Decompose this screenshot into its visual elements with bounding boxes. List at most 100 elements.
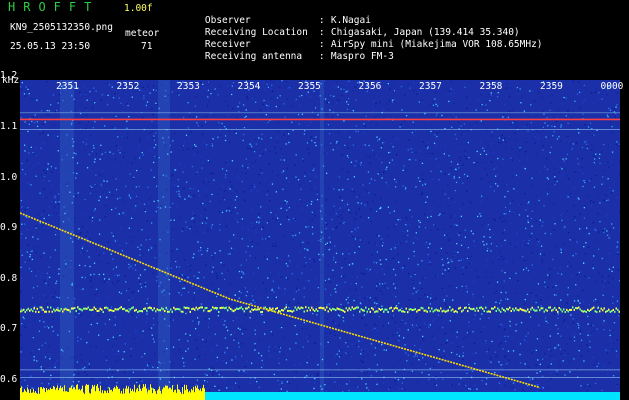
band-point [80,308,82,311]
level-bar [156,393,157,400]
band-point [588,309,590,312]
level-bar [125,388,126,400]
band-point [449,306,451,309]
band-point [320,306,322,309]
band-point [429,310,431,313]
level-bar [199,390,200,400]
x-tick-label: 2355 [298,81,321,92]
level-bar [178,389,179,400]
level-bar [51,388,52,400]
band-point [563,308,565,311]
y-tick-label: 0.6 [0,374,18,385]
band-point [560,308,562,311]
band-point [140,309,142,312]
level-bar [93,386,94,400]
band-point [362,309,364,312]
band-point [120,306,122,309]
band-point [426,310,428,313]
band-point [450,309,452,312]
band-point [318,306,320,309]
band-point [306,309,308,312]
band-point [129,308,131,311]
band-point [474,309,476,312]
x-tick-label: 2351 [56,81,79,92]
level-bar [192,390,193,400]
band-point [21,309,23,312]
band-point [480,306,482,309]
level-bar [104,390,105,400]
level-bar [34,392,35,400]
band-point [515,307,517,310]
band-point [555,308,557,311]
level-bar [111,389,112,400]
band-point [513,309,515,312]
band-point [611,310,613,313]
band-point [576,307,578,310]
band-point [333,308,335,311]
band-point [315,308,317,311]
level-bar [26,392,27,400]
level-bar [188,392,189,400]
band-point [530,308,532,311]
band-point [521,308,523,311]
band-point [260,311,262,314]
band-point [311,306,313,309]
band-point [41,306,43,309]
band-point [392,309,394,312]
band-point [117,308,119,311]
band-point [360,308,362,311]
band-point [159,309,161,312]
x-tick-label: 2358 [479,81,503,92]
band-point [606,309,608,312]
band-point [575,307,577,310]
level-bar [150,384,151,400]
band-point [582,310,584,313]
band-point [179,308,181,311]
level-bar [134,384,135,400]
level-bar [54,386,55,400]
band-point [104,306,106,309]
x-tick-label: 2356 [358,81,382,92]
band-point [317,309,319,312]
band-point [296,308,298,311]
band-point [609,310,611,313]
band-point [143,308,145,311]
band-point [128,310,130,313]
band-point [219,306,221,309]
band-point [141,310,143,313]
band-point [90,309,92,312]
level-bar [174,390,175,400]
level-bar [184,384,185,400]
level-bar [81,388,82,400]
level-bar [75,389,76,400]
band-point [77,306,79,309]
band-point [447,309,449,312]
level-bar [136,389,137,400]
band-point [386,308,388,311]
level-bar [63,391,64,400]
level-bar [23,391,24,400]
level-bar [97,384,98,400]
level-bar [138,391,139,400]
band-point [144,307,146,310]
level-bar [191,388,192,400]
band-point [558,306,560,309]
band-point [441,310,443,313]
band-point [258,308,260,311]
level-bar [193,386,194,400]
band-point [401,310,403,313]
band-point [440,307,442,310]
band-point [113,309,115,312]
level-bar [158,389,159,400]
level-bar [55,389,56,400]
level-bar [58,390,59,400]
band-point [42,308,44,311]
band-point [564,311,566,314]
level-bar [50,387,51,400]
band-point [353,308,355,311]
band-point [29,309,31,312]
band-point [524,309,526,312]
band-point [71,307,73,310]
band-point [551,309,553,312]
band-point [156,308,158,311]
